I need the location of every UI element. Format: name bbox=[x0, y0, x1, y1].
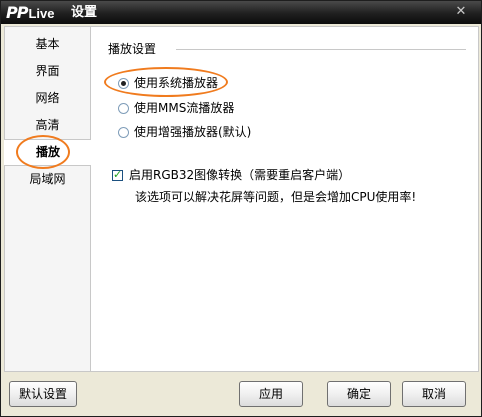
radio-button[interactable] bbox=[118, 102, 129, 114]
sidebar: 基本 界面 网络 高清 播放 局域网 bbox=[4, 26, 92, 372]
logo-live-text: Live bbox=[28, 6, 55, 21]
sidebar-item-basic[interactable]: 基本 bbox=[5, 31, 90, 58]
section-divider bbox=[176, 49, 466, 50]
radio-button[interactable] bbox=[118, 77, 129, 89]
sidebar-item-hd[interactable]: 高清 bbox=[5, 112, 90, 139]
radio-button[interactable] bbox=[118, 126, 129, 138]
title-bar[interactable]: PP Live 设置 ✕ bbox=[1, 1, 481, 24]
rgb32-description: 该选项可以解决花屏等问题，但是会增加CPU使用率! bbox=[135, 190, 417, 204]
sidebar-item-network[interactable]: 网络 bbox=[5, 85, 90, 112]
apply-button[interactable]: 应用 bbox=[239, 381, 303, 407]
checkbox-rgb32[interactable]: ✓ 启用RGB32图像转换（需要重启客户端） bbox=[112, 167, 350, 183]
pplive-logo: PP Live bbox=[6, 3, 54, 22]
playback-settings-panel: 播放设置 使用系统播放器 使用MMS流播放器 使用增强播放器(默认) ✓ 启用R… bbox=[91, 26, 479, 372]
checkbox-label: 启用RGB32图像转换（需要重启客户端） bbox=[129, 168, 351, 182]
radio-enhanced-player[interactable]: 使用增强播放器(默认) bbox=[118, 124, 251, 140]
radio-system-player[interactable]: 使用系统播放器 bbox=[118, 75, 218, 91]
settings-window: PP Live 设置 ✕ 基本 界面 网络 高清 播放 局域网 播放设置 使用系… bbox=[0, 0, 482, 417]
radio-mms-player[interactable]: 使用MMS流播放器 bbox=[118, 100, 234, 116]
checkmark-icon: ✓ bbox=[113, 167, 123, 181]
sidebar-item-playback[interactable]: 播放 bbox=[4, 139, 92, 166]
ok-button[interactable]: 确定 bbox=[327, 381, 391, 407]
cancel-button[interactable]: 取消 bbox=[402, 381, 466, 407]
sidebar-item-lan[interactable]: 局域网 bbox=[5, 166, 90, 193]
window-title: 设置 bbox=[71, 5, 98, 20]
radio-label: 使用MMS流播放器 bbox=[134, 101, 235, 115]
close-icon[interactable]: ✕ bbox=[453, 5, 469, 19]
radio-label: 使用系统播放器 bbox=[134, 76, 219, 90]
checkbox[interactable]: ✓ bbox=[112, 167, 123, 181]
default-settings-button[interactable]: 默认设置 bbox=[9, 381, 77, 407]
logo-pp-text: PP bbox=[6, 3, 28, 22]
section-title: 播放设置 bbox=[108, 42, 157, 56]
sidebar-item-interface[interactable]: 界面 bbox=[5, 58, 90, 85]
radio-label: 使用增强播放器(默认) bbox=[134, 125, 252, 139]
